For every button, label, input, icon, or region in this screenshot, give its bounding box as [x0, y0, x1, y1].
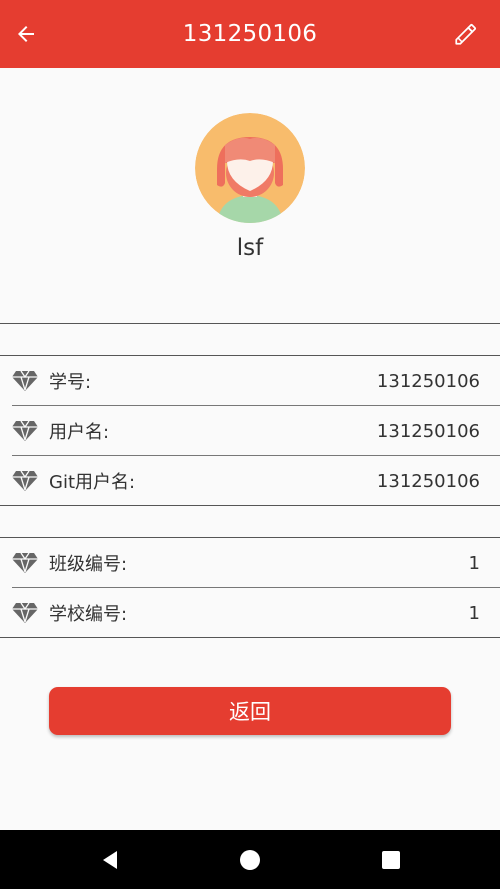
- girl-avatar-icon: [195, 113, 305, 223]
- info-label: Git用户名:: [49, 472, 136, 493]
- info-label: 学校编号:: [49, 604, 128, 625]
- row-divider: [12, 587, 500, 588]
- row-divider: [12, 405, 500, 406]
- info-label: 学号:: [49, 372, 92, 393]
- diamond-icon: [12, 370, 38, 391]
- avatar[interactable]: [195, 113, 305, 223]
- diamond-icon: [12, 470, 38, 491]
- info-row-username: 用户名: 131250106: [0, 407, 500, 455]
- info-row-student-id: 学号: 131250106: [0, 357, 500, 405]
- return-button[interactable]: 返回: [49, 687, 451, 735]
- info-label: 用户名:: [49, 422, 110, 443]
- info-row-git-username: Git用户名: 131250106: [0, 457, 500, 505]
- info-value: 131250106: [376, 370, 480, 392]
- info-value: 1: [468, 552, 480, 574]
- info-row-class-id: 班级编号: 1: [0, 539, 500, 587]
- diamond-icon: [12, 420, 38, 441]
- row-divider: [12, 455, 500, 456]
- diamond-icon: [12, 552, 38, 573]
- divider: [0, 505, 500, 506]
- divider: [0, 323, 500, 324]
- info-value: 131250106: [376, 470, 480, 492]
- system-nav-bar: [0, 830, 500, 889]
- username: lsf: [236, 235, 264, 261]
- nav-home-icon[interactable]: [238, 848, 262, 872]
- divider: [0, 637, 500, 638]
- page-title: 131250106: [182, 21, 318, 47]
- divider: [0, 537, 500, 538]
- info-label: 班级编号:: [49, 554, 128, 575]
- info-value: 1: [468, 602, 480, 624]
- edit-pencil-icon[interactable]: [450, 18, 482, 50]
- diamond-icon: [12, 602, 38, 623]
- app-bar: 131250106: [0, 0, 500, 68]
- divider: [0, 355, 500, 356]
- info-row-school-id: 学校编号: 1: [0, 589, 500, 637]
- info-value: 131250106: [376, 420, 480, 442]
- nav-recents-icon[interactable]: [379, 848, 403, 872]
- nav-back-icon[interactable]: [98, 848, 122, 872]
